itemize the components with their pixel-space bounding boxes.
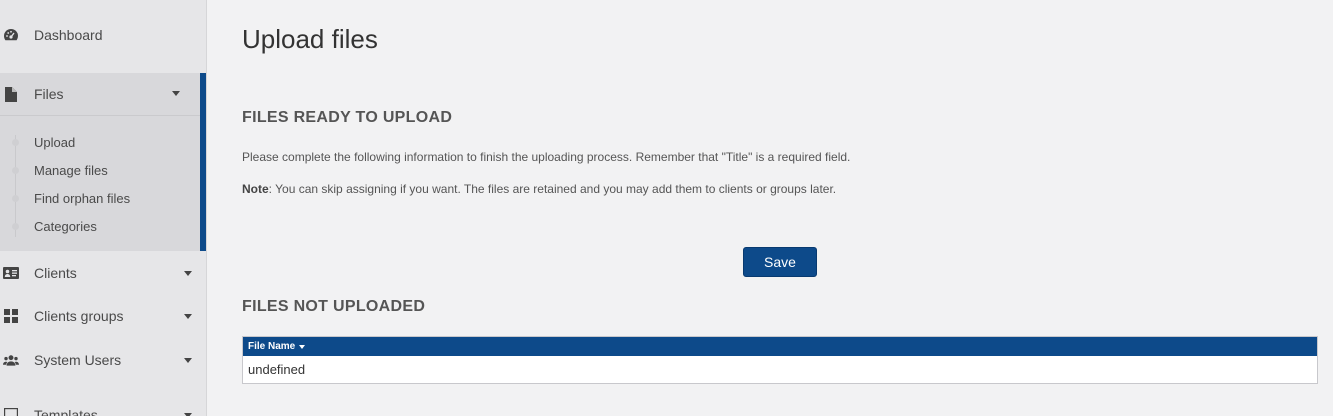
submenu-dot bbox=[12, 139, 19, 146]
sidebar-item-label: Templates bbox=[34, 407, 98, 416]
submenu-item-manage-files[interactable]: Manage files bbox=[34, 163, 108, 178]
chevron-down-icon bbox=[184, 357, 192, 363]
submenu-dot bbox=[12, 223, 19, 230]
note-text: Note: You can skip assigning if you want… bbox=[242, 182, 836, 196]
chevron-down-icon bbox=[184, 412, 192, 416]
sidebar-item-clients-groups[interactable]: Clients groups bbox=[0, 301, 206, 331]
sidebar: Dashboard Files Upload Manage files Find… bbox=[0, 0, 207, 416]
submenu-dot bbox=[12, 195, 19, 202]
dashboard-icon bbox=[3, 27, 19, 43]
template-icon bbox=[3, 407, 19, 416]
section-title-not-uploaded: FILES NOT UPLOADED bbox=[242, 298, 426, 315]
sidebar-item-label: Files bbox=[34, 86, 64, 102]
column-header-file-name[interactable]: File Name bbox=[243, 337, 1317, 356]
chevron-down-icon bbox=[184, 270, 192, 276]
sidebar-item-label: System Users bbox=[34, 352, 122, 368]
chevron-down-icon bbox=[184, 313, 192, 319]
not-uploaded-table: File Name undefined bbox=[242, 336, 1318, 384]
instructions-text: Please complete the following informatio… bbox=[242, 150, 851, 164]
page-title: Upload files bbox=[242, 24, 378, 54]
id-card-icon bbox=[3, 265, 19, 281]
main-content: Upload files FILES READY TO UPLOAD Pleas… bbox=[207, 0, 1333, 416]
sidebar-item-dashboard[interactable]: Dashboard bbox=[0, 20, 206, 50]
sidebar-item-label: Clients groups bbox=[34, 308, 124, 324]
users-icon bbox=[3, 352, 19, 368]
sidebar-item-templates[interactable]: Templates bbox=[0, 400, 206, 416]
active-indicator bbox=[200, 73, 206, 251]
column-header-label: File Name bbox=[248, 341, 296, 352]
sidebar-files-section: Files Upload Manage files Find orphan fi… bbox=[0, 73, 206, 251]
section-title-ready: FILES READY TO UPLOAD bbox=[242, 109, 453, 126]
note-body: : You can skip assigning if you want. Th… bbox=[268, 182, 837, 196]
submenu-item-categories[interactable]: Categories bbox=[34, 219, 97, 234]
sidebar-item-label: Clients bbox=[34, 265, 77, 281]
submenu-item-find-orphan-files[interactable]: Find orphan files bbox=[34, 191, 130, 206]
sidebar-item-system-users[interactable]: System Users bbox=[0, 345, 206, 375]
submenu-dot bbox=[12, 167, 19, 174]
sidebar-item-clients[interactable]: Clients bbox=[0, 258, 206, 288]
submenu-line bbox=[15, 135, 16, 237]
table-cell-file-name: undefined bbox=[248, 362, 306, 377]
grid-icon bbox=[3, 308, 19, 324]
save-button[interactable]: Save bbox=[743, 247, 817, 277]
sidebar-item-label: Dashboard bbox=[34, 27, 103, 43]
submenu-item-upload[interactable]: Upload bbox=[34, 135, 75, 150]
file-icon bbox=[3, 86, 19, 102]
table-row: undefined bbox=[243, 356, 1317, 383]
note-label: Note bbox=[242, 182, 269, 196]
sidebar-item-files[interactable]: Files bbox=[0, 73, 200, 116]
sort-desc-icon bbox=[299, 344, 306, 349]
chevron-down-icon bbox=[172, 91, 180, 96]
